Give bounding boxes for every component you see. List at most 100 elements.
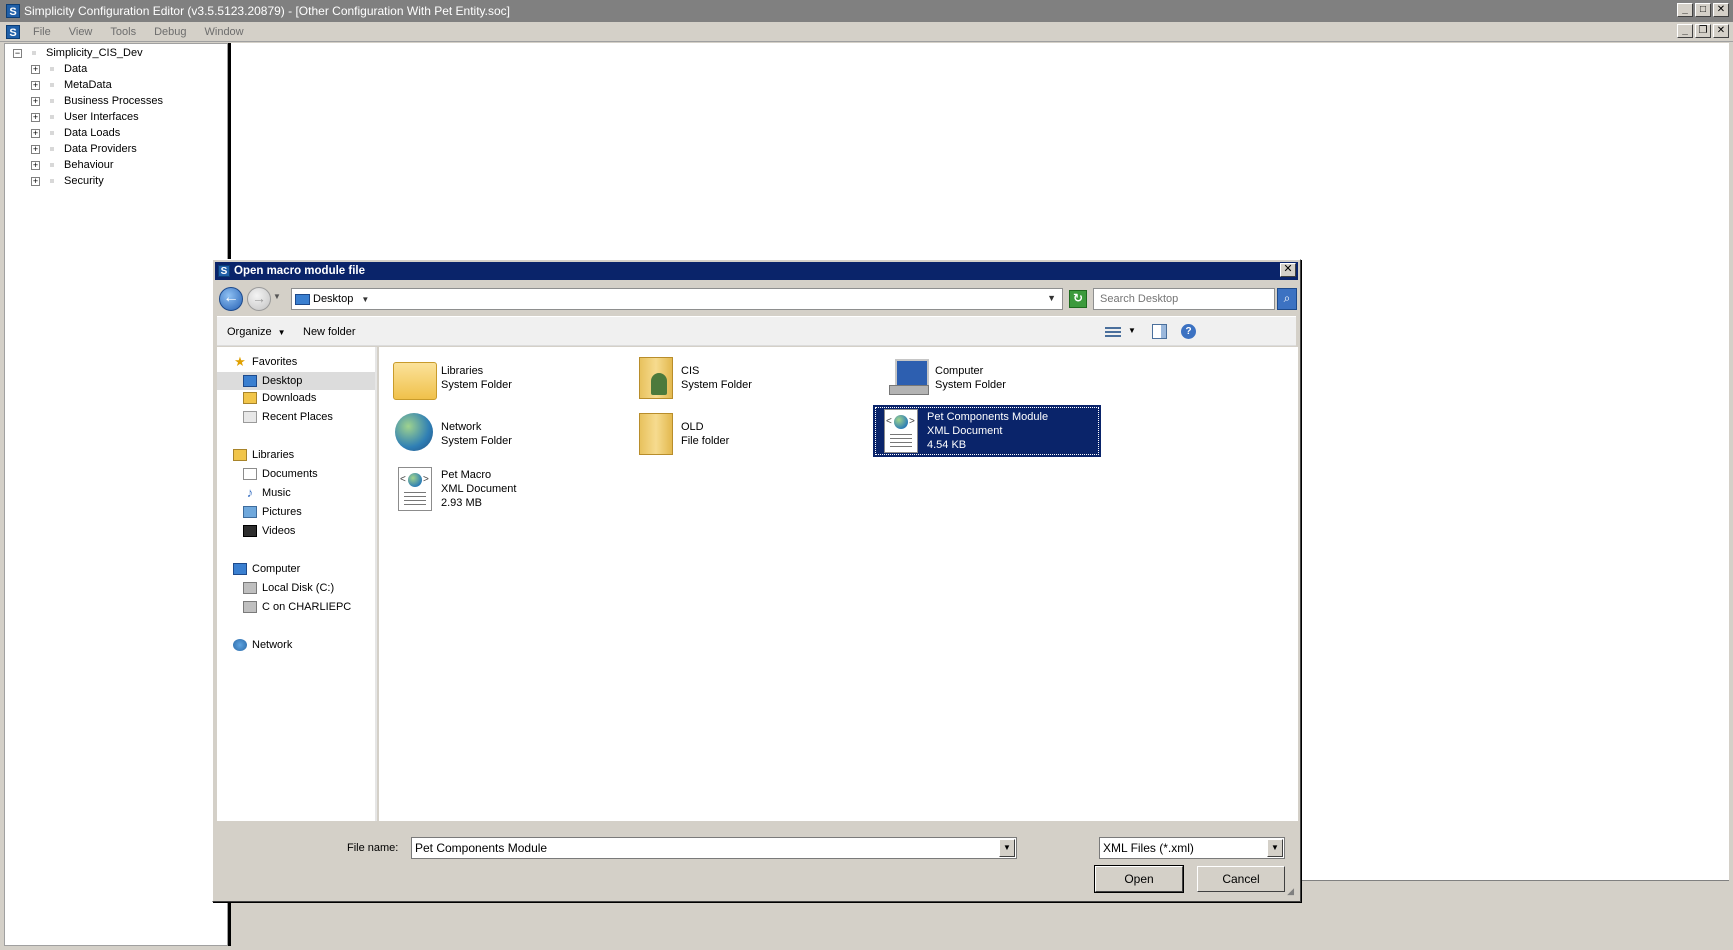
nav-label: Downloads <box>262 392 317 404</box>
breadcrumb-chevron-icon[interactable]: ▼ <box>361 295 369 304</box>
menu-window[interactable]: Window <box>196 26 253 38</box>
expand-icon[interactable]: + <box>31 144 40 154</box>
mdi-restore-icon[interactable]: ❐ <box>1695 24 1711 38</box>
change-view-icon[interactable] <box>1105 325 1121 339</box>
close-icon[interactable]: ✕ <box>1713 3 1729 17</box>
tree-item-label: MetaData <box>64 79 112 91</box>
tree-item-security[interactable]: + Security <box>31 175 104 187</box>
menu-debug[interactable]: Debug <box>145 26 195 38</box>
file-item-old[interactable]: OLD File folder <box>631 409 851 459</box>
cancel-button[interactable]: Cancel <box>1197 866 1285 892</box>
nav-videos[interactable]: Videos <box>243 525 295 537</box>
nav-favorites[interactable]: ★ Favorites <box>233 355 298 368</box>
mdi-minimize-icon[interactable]: _ <box>1677 24 1693 38</box>
file-type-dropdown-icon[interactable]: ▼ <box>1267 839 1283 857</box>
tree-item-user-interfaces[interactable]: + User Interfaces <box>31 111 139 123</box>
file-size: 2.93 MB <box>441 497 482 509</box>
menu-file[interactable]: File <box>24 26 60 38</box>
nav-label: Favorites <box>252 356 298 368</box>
dialog-toolbar: Organize ▼ New folder ▼ ? <box>217 316 1296 346</box>
node-icon <box>50 147 54 151</box>
mdi-close-icon[interactable]: ✕ <box>1713 24 1729 38</box>
nav-local-disk[interactable]: Local Disk (C:) <box>243 582 334 594</box>
nav-pictures[interactable]: Pictures <box>243 506 302 518</box>
nav-documents[interactable]: Documents <box>243 468 318 480</box>
expand-icon[interactable]: + <box>31 64 40 74</box>
forward-arrow-icon[interactable]: → <box>247 287 271 311</box>
menu-tools[interactable]: Tools <box>101 26 145 38</box>
dialog-close-icon[interactable]: ✕ <box>1280 263 1296 277</box>
file-type-select[interactable]: XML Files (*.xml) ▼ <box>1099 837 1285 859</box>
tree-item-label: Data Providers <box>64 143 137 155</box>
file-name: Computer <box>935 365 984 377</box>
view-dropdown-icon[interactable]: ▼ <box>1128 326 1136 335</box>
window-title-bar[interactable]: S Simplicity Configuration Editor (v3.5.… <box>0 0 1733 22</box>
address-dropdown-icon[interactable]: ▼ <box>1047 293 1056 303</box>
tree-item-metadata[interactable]: + MetaData <box>31 79 112 91</box>
history-dropdown-icon[interactable]: ▼ <box>273 292 281 301</box>
file-item-libraries[interactable]: Libraries System Folder <box>391 353 611 403</box>
file-type: System Folder <box>681 379 752 391</box>
node-icon <box>50 99 54 103</box>
dialog-title: Open macro module file <box>234 265 365 277</box>
expand-icon[interactable]: + <box>31 96 40 106</box>
mdi-logo-icon[interactable]: S <box>6 24 20 39</box>
file-item-cis[interactable]: CIS System Folder <box>631 353 851 403</box>
dialog-title-bar[interactable]: S Open macro module file ✕ <box>215 262 1298 280</box>
nav-network-drive[interactable]: C on CHARLIEPC <box>243 601 351 613</box>
file-item-computer[interactable]: Computer System Folder <box>885 353 1105 403</box>
collapse-icon[interactable]: − <box>13 48 22 58</box>
file-name: Pet Macro <box>441 469 492 481</box>
music-icon: ♪ <box>246 485 254 500</box>
address-bar[interactable]: Desktop ▼ ▼ <box>291 288 1063 310</box>
nav-libraries[interactable]: Libraries <box>233 449 294 461</box>
nav-label: Pictures <box>262 506 302 518</box>
file-type: File folder <box>681 435 730 447</box>
nav-recent-places[interactable]: Recent Places <box>243 411 333 423</box>
minimize-icon[interactable]: _ <box>1677 3 1693 17</box>
file-name-input[interactable]: Pet Components Module ▼ <box>411 837 1017 859</box>
computer-icon <box>233 563 247 575</box>
preview-pane-icon[interactable] <box>1152 324 1167 339</box>
user-folder-icon <box>633 355 677 401</box>
file-item-pet-components-module[interactable]: < > Pet Components Module XML Document 4… <box>873 405 1101 457</box>
menu-view[interactable]: View <box>60 26 102 38</box>
new-folder-button[interactable]: New folder <box>303 326 356 338</box>
search-icon[interactable]: ⌕ <box>1277 288 1297 310</box>
dialog-footer: File name: Pet Components Module ▼ XML F… <box>217 823 1296 899</box>
tree-root[interactable]: − Simplicity_CIS_Dev <box>13 47 143 59</box>
tree-item-data-providers[interactable]: + Data Providers <box>31 143 137 155</box>
file-name: Libraries <box>441 365 484 377</box>
nav-music[interactable]: ♪ Music <box>243 485 291 500</box>
configuration-tree: − Simplicity_CIS_Dev + Data + MetaData +… <box>4 43 228 946</box>
expand-icon[interactable]: + <box>31 160 40 170</box>
file-type: System Folder <box>441 435 512 447</box>
help-icon[interactable]: ? <box>1181 324 1196 339</box>
tree-item-data-loads[interactable]: + Data Loads <box>31 127 120 139</box>
open-button[interactable]: Open <box>1094 865 1184 893</box>
search-input[interactable] <box>1093 288 1275 310</box>
nav-computer[interactable]: Computer <box>233 563 300 575</box>
back-arrow-icon[interactable]: ← <box>219 287 243 311</box>
window-title: Simplicity Configuration Editor (v3.5.51… <box>24 4 511 18</box>
tree-item-data[interactable]: + Data <box>31 63 87 75</box>
file-name-dropdown-icon[interactable]: ▼ <box>999 839 1015 857</box>
expand-icon[interactable]: + <box>31 80 40 90</box>
resize-grip-icon[interactable]: ◢ <box>1287 886 1294 897</box>
expand-icon[interactable]: + <box>31 112 40 122</box>
organize-button[interactable]: Organize ▼ <box>227 326 286 338</box>
file-type: System Folder <box>441 379 512 391</box>
network-globe-icon <box>393 411 437 457</box>
expand-icon[interactable]: + <box>31 128 40 138</box>
tree-item-behaviour[interactable]: + Behaviour <box>31 159 114 171</box>
nav-desktop[interactable]: Desktop <box>217 372 375 390</box>
refresh-icon[interactable]: ↻ <box>1069 290 1087 308</box>
file-name-label: File name: <box>347 842 399 854</box>
tree-item-business-processes[interactable]: + Business Processes <box>31 95 163 107</box>
file-item-pet-macro[interactable]: < > Pet Macro XML Document 2.93 MB <box>391 463 611 515</box>
expand-icon[interactable]: + <box>31 176 40 186</box>
file-item-network[interactable]: Network System Folder <box>391 409 611 459</box>
maximize-icon[interactable]: □ <box>1695 3 1711 17</box>
nav-network[interactable]: Network <box>233 639 292 651</box>
nav-downloads[interactable]: Downloads <box>243 392 316 404</box>
